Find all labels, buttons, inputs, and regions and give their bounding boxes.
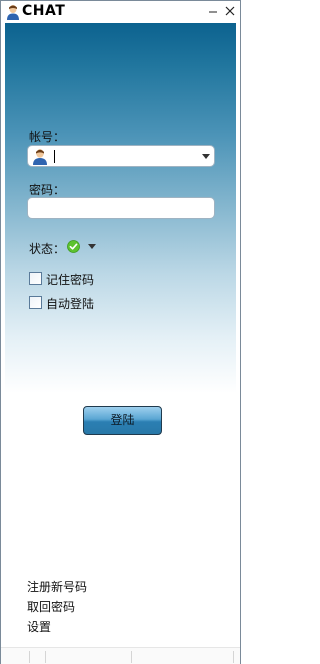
login-button[interactable]: 登陆 [83, 406, 162, 435]
strip-divider [131, 651, 132, 663]
minimize-button[interactable] [205, 3, 221, 19]
remember-password-label[interactable]: 记住密码 [46, 271, 94, 288]
strip-divider [29, 651, 30, 663]
user-avatar-icon [33, 149, 47, 165]
password-label: 密码： [29, 183, 66, 197]
strip-divider [233, 651, 234, 663]
text-caret [54, 150, 55, 163]
close-icon [225, 6, 235, 16]
close-button[interactable] [222, 3, 238, 19]
account-label: 帐号： [29, 130, 66, 144]
login-window: CHAT 帐号： 密码： 状态： 记住密码 自动登陆 登陆 注册新号码 取回密码… [0, 0, 241, 664]
recover-password-link[interactable]: 取回密码 [27, 598, 75, 615]
status-label: 状态： [29, 242, 66, 256]
settings-link[interactable]: 设置 [27, 618, 51, 635]
auto-login-checkbox[interactable] [29, 296, 42, 309]
strip-divider [45, 651, 46, 663]
status-dropdown-arrow-icon[interactable] [88, 244, 96, 249]
online-check-icon[interactable] [67, 240, 80, 253]
chevron-down-icon[interactable] [202, 154, 210, 159]
minimize-icon [209, 11, 217, 13]
status-strip [1, 647, 240, 664]
app-title: CHAT [22, 3, 66, 19]
remember-password-checkbox[interactable] [29, 272, 42, 285]
auto-login-label[interactable]: 自动登陆 [46, 295, 94, 312]
password-field[interactable] [27, 197, 215, 219]
account-combobox[interactable] [27, 145, 215, 167]
title-bar[interactable]: CHAT [1, 1, 240, 23]
user-app-icon [7, 5, 19, 20]
register-link[interactable]: 注册新号码 [27, 578, 87, 595]
